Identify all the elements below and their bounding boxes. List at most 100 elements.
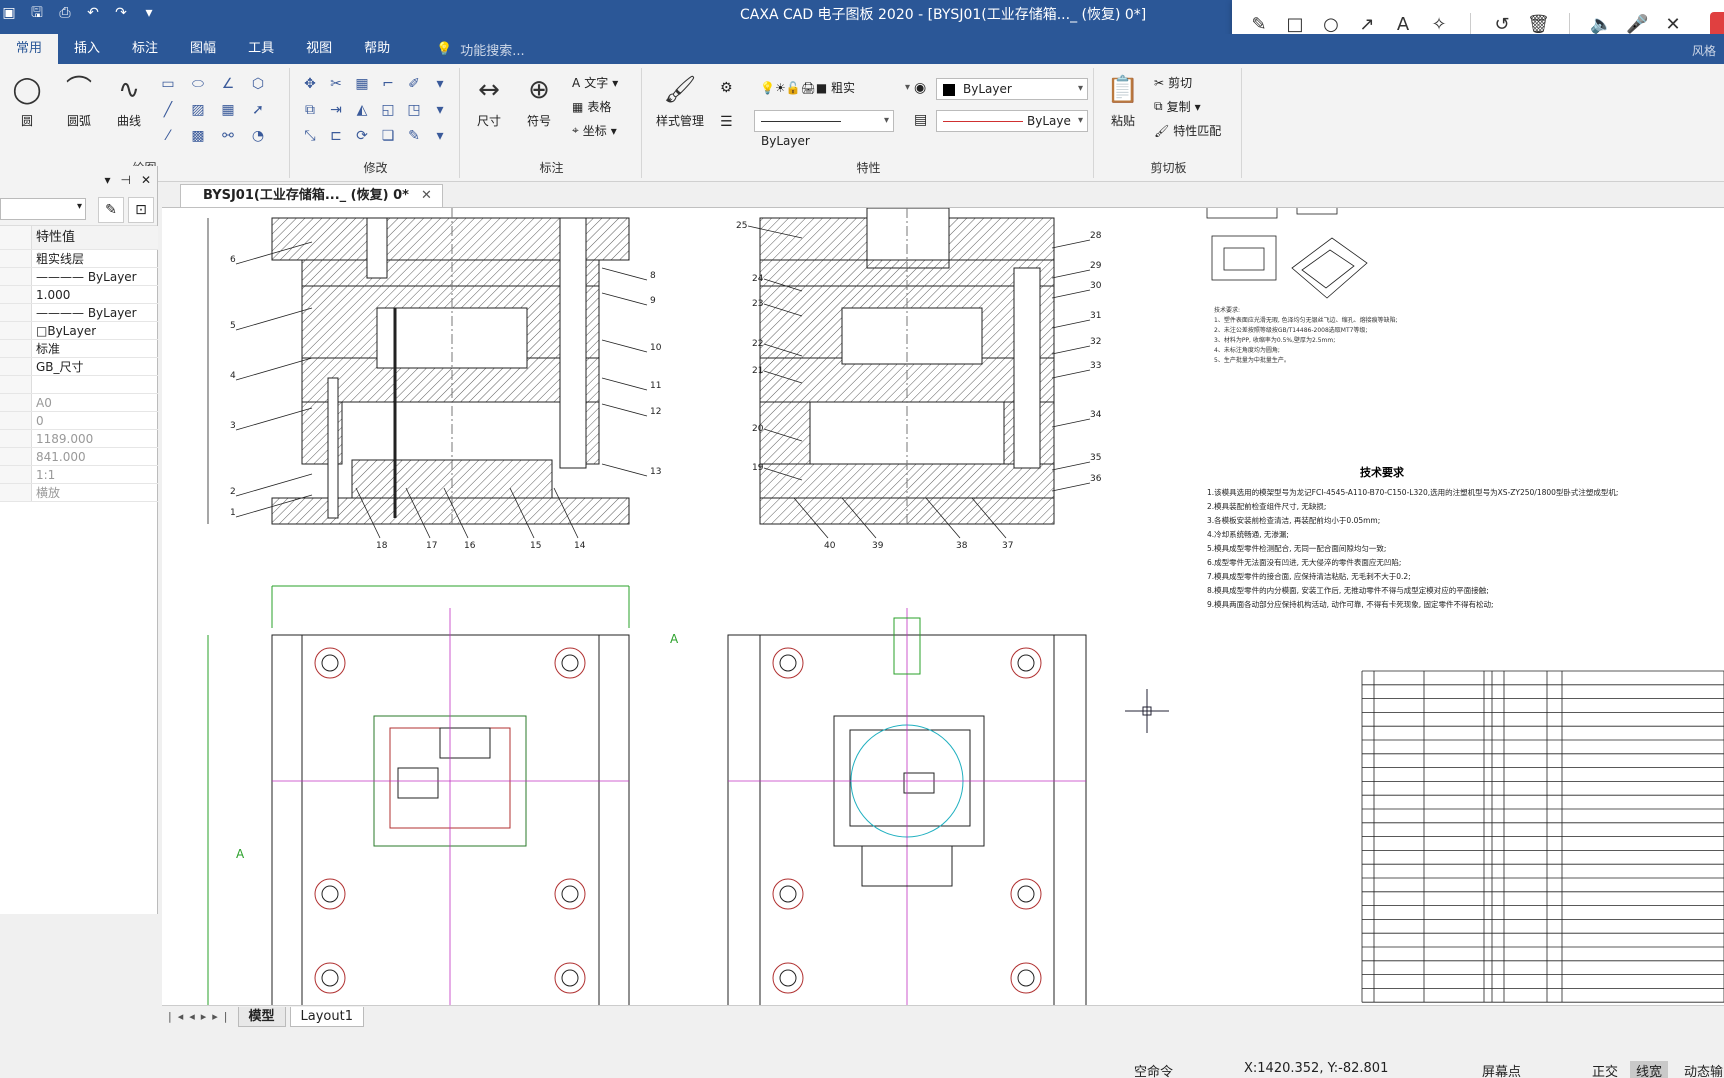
color-wheel-icon[interactable]: ◉ — [914, 80, 926, 96]
magic-icon[interactable]: ✧ — [1428, 14, 1450, 36]
quick-select-icon[interactable]: ⊡ — [128, 197, 154, 223]
tab-layout1[interactable]: Layout1 — [289, 1006, 364, 1027]
arc-button[interactable]: ⌒ 圆弧 — [56, 72, 102, 129]
property-row[interactable]: 1:1 — [0, 466, 158, 484]
fillet-icon[interactable]: ⌐ — [378, 74, 398, 94]
tab-navigation-icons[interactable]: |◂◂▸▸| — [168, 1010, 234, 1023]
property-row[interactable]: ———— ByLayer — [0, 268, 158, 286]
document-tab[interactable]: BYSJ01(工业存储箱..._ (恢复) 0* ✕ — [180, 184, 443, 208]
polygon-icon[interactable]: ⬡ — [248, 74, 268, 94]
property-row[interactable]: 粗实线层 — [0, 250, 158, 268]
rotate-icon[interactable]: ⟳ — [352, 126, 372, 146]
table-button[interactable]: ▦ 表格 — [572, 98, 611, 115]
list-icon[interactable]: ☰ — [720, 114, 733, 130]
property-row[interactable]: 横放 — [0, 484, 158, 502]
trash-icon[interactable]: 🗑 — [1527, 14, 1550, 36]
undo-icon[interactable]: ↺ — [1491, 14, 1513, 36]
coord-button[interactable]: ⌖ 坐标 ▾ — [572, 122, 617, 139]
style-manager-button[interactable]: 🖌 样式管理 — [648, 72, 712, 129]
block-icon[interactable]: ▦ — [218, 100, 238, 120]
tab-sheet[interactable]: 图幅 — [174, 34, 232, 64]
more-icon[interactable]: ▾ — [430, 100, 450, 120]
region-icon[interactable]: ▩ — [188, 126, 208, 146]
edit-icon[interactable]: ✎ — [404, 126, 424, 146]
offset-icon[interactable]: ⊏ — [326, 126, 346, 146]
style-label[interactable]: 风格 — [1692, 42, 1716, 59]
text-button[interactable]: A 文字 ▾ — [572, 74, 618, 91]
app-icon[interactable]: ▣ — [0, 4, 18, 22]
extend-icon[interactable]: ⇥ — [326, 100, 346, 120]
hatch-icon[interactable]: ▨ — [188, 100, 208, 120]
ortho-toggle[interactable]: 正交 — [1592, 1061, 1618, 1078]
close-icon[interactable]: ✕ — [421, 188, 432, 203]
snap-mode[interactable]: 屏幕点 — [1482, 1061, 1521, 1078]
rectangle-icon[interactable]: ▭ — [158, 74, 178, 94]
eraser-icon[interactable]: ✐ — [404, 74, 424, 94]
property-row[interactable]: 841.000 — [0, 448, 158, 466]
dropdown-icon[interactable]: ▾ — [104, 173, 110, 187]
circle-icon[interactable]: ○ — [1320, 14, 1342, 36]
angle-icon[interactable]: ∠ — [218, 74, 238, 94]
property-row[interactable] — [0, 376, 158, 394]
tab-annotate[interactable]: 标注 — [116, 34, 174, 64]
lineweight-select[interactable]: ByLaye — [936, 110, 1088, 132]
property-row[interactable]: 1189.000 — [0, 430, 158, 448]
tab-home[interactable]: 常用 — [0, 34, 59, 64]
trim-icon[interactable]: ✂ — [326, 74, 346, 94]
more-icon[interactable]: ▾ — [430, 74, 450, 94]
rectangle-icon[interactable]: □ — [1284, 14, 1306, 36]
explode-icon[interactable]: ❏ — [378, 126, 398, 146]
dimension-button[interactable]: ↔ 尺寸 — [466, 72, 512, 129]
centerline-icon[interactable]: ⁄ — [158, 126, 178, 146]
lineweight-toggle[interactable]: 线宽 — [1630, 1061, 1669, 1078]
save-icon[interactable]: 🖫 — [28, 4, 46, 22]
drawing-canvas[interactable]: 1 2 3 4 5 6 8 9 10 11 12 13 14 15 16 17 18 19 20 21 22 23 24 2… — [162, 207, 1724, 1005]
dynamic-input-toggle[interactable]: 动态输 — [1684, 1061, 1723, 1078]
tab-insert[interactable]: 插入 — [58, 34, 116, 64]
arrow-icon[interactable]: ↗ — [1356, 14, 1378, 36]
circle-button[interactable]: ◯ 圆 — [4, 72, 50, 129]
redo-icon[interactable]: ↷ — [112, 4, 130, 22]
mirror-icon[interactable]: ◭ — [352, 100, 372, 120]
undo-icon[interactable]: ↶ — [84, 4, 102, 22]
scale-icon[interactable]: ◱ — [378, 100, 398, 120]
property-row[interactable]: 标准 — [0, 340, 158, 358]
tab-tools[interactable]: 工具 — [232, 34, 290, 64]
match-properties-button[interactable]: 🖌 特性匹配 — [1154, 122, 1221, 139]
object-select[interactable] — [0, 198, 86, 220]
point-icon[interactable]: ➚ — [248, 100, 268, 120]
curve-button[interactable]: ∿ 曲线 — [106, 72, 152, 129]
text-icon[interactable]: A — [1392, 14, 1414, 36]
tab-help[interactable]: 帮助 — [348, 34, 406, 64]
paste-button[interactable]: 📋 粘贴 — [1100, 72, 1146, 129]
stretch-icon[interactable]: ⤡ — [300, 126, 320, 146]
layer-tools-icon[interactable]: ⚙ — [720, 80, 733, 96]
property-row[interactable]: GB_尺寸 — [0, 358, 158, 376]
property-row[interactable]: A0 — [0, 394, 158, 412]
property-row[interactable]: ———— ByLayer — [0, 304, 158, 322]
spline-icon[interactable]: ◔ — [248, 126, 268, 146]
tab-view[interactable]: 视图 — [290, 34, 348, 64]
close-icon[interactable]: ✕ — [141, 173, 151, 187]
customize-icon[interactable]: ▾ — [140, 4, 158, 22]
lineweight-icon[interactable]: ▤ — [914, 112, 927, 128]
pencil-icon[interactable]: ✎ — [1248, 14, 1270, 36]
property-row[interactable]: 0 — [0, 412, 158, 430]
line-icon[interactable]: ╱ — [158, 100, 178, 120]
layer-select[interactable]: 💡☀🔓🖨■ 粗实 — [754, 78, 914, 100]
property-row[interactable]: □ByLayer — [0, 322, 158, 340]
close-icon[interactable]: ✕ — [1662, 14, 1684, 36]
color-select[interactable]: ByLayer — [936, 78, 1088, 100]
linetype-select[interactable]: ByLayer — [754, 110, 894, 148]
more-icon[interactable]: ▾ — [430, 126, 450, 146]
speaker-icon[interactable]: 🔈 — [1590, 14, 1612, 36]
cut-button[interactable]: ✂ 剪切 — [1154, 74, 1192, 91]
move-icon[interactable]: ✥ — [300, 74, 320, 94]
copy-icon[interactable]: ⧉ — [300, 100, 320, 120]
pin-icon[interactable]: ⊣ — [120, 173, 130, 187]
property-row[interactable]: 1.000 — [0, 286, 158, 304]
clear-selection-icon[interactable]: ✎ — [98, 197, 124, 223]
tab-model[interactable]: 模型 — [237, 1006, 286, 1027]
link-icon[interactable]: ⚯ — [218, 126, 238, 146]
chamfer-icon[interactable]: ◳ — [404, 100, 424, 120]
